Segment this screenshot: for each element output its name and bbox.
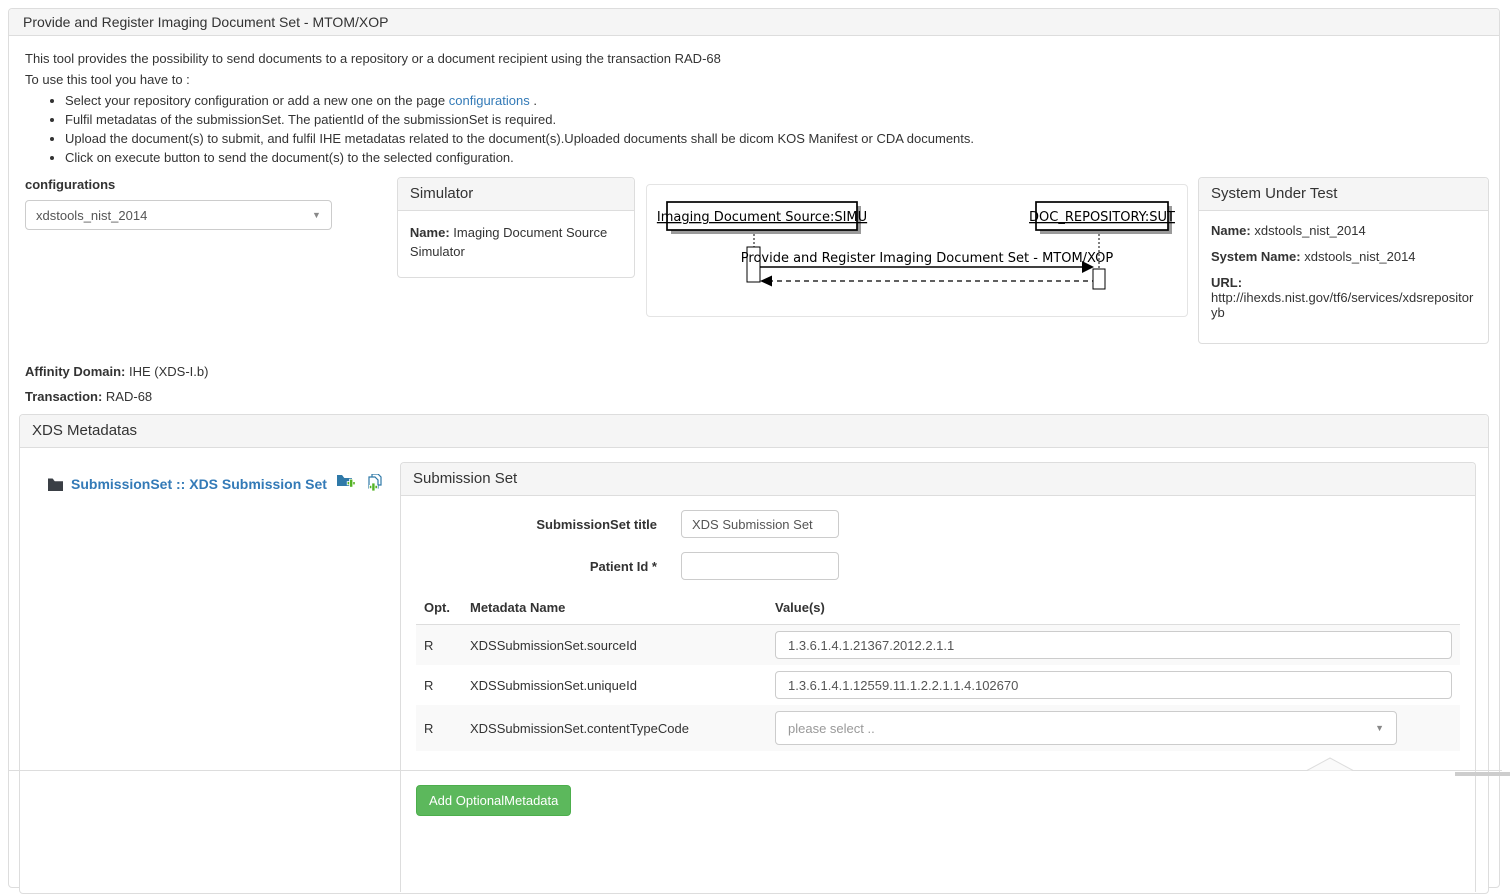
source-actor-label: Imaging Document Source:SIMU	[657, 210, 867, 225]
copy-plus-icon	[366, 474, 384, 491]
simulator-name-label: Name:	[410, 225, 450, 240]
message-label: Provide and Register Imaging Document Se…	[741, 251, 1114, 266]
sut-name-value: xdstools_nist_2014	[1254, 223, 1365, 238]
uniqueid-value-input[interactable]	[775, 671, 1452, 699]
add-optional-metadata-button[interactable]: Add OptionalMetadata	[416, 785, 571, 816]
submissionset-title-input[interactable]	[681, 510, 839, 538]
sut-panel-title: System Under Test	[1199, 178, 1488, 211]
instruction-item: Click on execute button to send the docu…	[65, 150, 1489, 165]
contenttypecode-placeholder: please select ..	[788, 721, 875, 736]
metadata-table-header-row: Opt. Metadata Name Value(s)	[416, 596, 1460, 625]
submissionset-title-label: SubmissionSet title	[416, 517, 657, 532]
col-header-metadata-name: Metadata Name	[462, 596, 767, 625]
form-row-title: SubmissionSet title	[416, 510, 1460, 538]
affinity-domain-line: Affinity Domain: IHE (XDS-I.b)	[25, 364, 1489, 379]
opt-cell: R	[416, 625, 462, 666]
return-arrowhead	[760, 276, 772, 287]
instructions-list: Select your repository configuration or …	[19, 93, 1489, 165]
instruction-item: Select your repository configuration or …	[65, 93, 1489, 108]
sut-url-label: URL:	[1211, 275, 1242, 290]
instruction-text: Click on execute button to send the docu…	[65, 150, 514, 165]
col-header-opt: Opt.	[416, 596, 462, 625]
metadata-name-cell: XDSSubmissionSet.uniqueId	[462, 665, 767, 705]
table-row-sourceid: R XDSSubmissionSet.sourceId	[416, 625, 1460, 666]
sut-system-name-value: xdstools_nist_2014	[1304, 249, 1415, 264]
add-document-entry-button[interactable]	[337, 474, 356, 494]
sourceid-value-input[interactable]	[775, 631, 1452, 659]
chevron-down-icon: ▼	[312, 210, 321, 220]
sut-system-name-label: System Name:	[1211, 249, 1301, 264]
configurations-label: configurations	[25, 177, 332, 192]
affinity-domain-label: Affinity Domain:	[25, 364, 125, 379]
transaction-label: Transaction:	[25, 389, 102, 404]
instruction-item: Upload the document(s) to submit, and fu…	[65, 131, 1489, 146]
target-actor-label: DOC_REPOSITORY:SUT	[1029, 210, 1175, 225]
simulator-panel: Simulator Name: Imaging Document Source …	[397, 177, 635, 278]
patient-id-label: Patient Id *	[416, 559, 657, 574]
chevron-down-icon: ▼	[1375, 723, 1384, 733]
instruction-text: Upload the document(s) to submit, and fu…	[65, 131, 974, 146]
system-under-test-panel: System Under Test Name: xdstools_nist_20…	[1198, 177, 1489, 344]
page-title: Provide and Register Imaging Document Se…	[9, 9, 1499, 36]
activation-target	[1093, 269, 1105, 289]
folder-icon	[48, 478, 63, 491]
table-row-uniqueid: R XDSSubmissionSet.uniqueId	[416, 665, 1460, 705]
metadata-table: Opt. Metadata Name Value(s) R XDSSubmiss…	[416, 596, 1460, 751]
submission-set-title: Submission Set	[401, 463, 1475, 496]
col-header-values: Value(s)	[767, 596, 1460, 625]
instruction-text: Fulfil metadatas of the submissionSet. T…	[65, 112, 556, 127]
table-row-contenttypecode: R XDSSubmissionSet.contentTypeCode pleas…	[416, 705, 1460, 751]
metadata-name-cell: XDSSubmissionSet.contentTypeCode	[462, 705, 767, 751]
simulator-panel-title: Simulator	[398, 178, 634, 211]
xds-metadatas-title: XDS Metadatas	[20, 415, 1488, 448]
section-divider	[8, 770, 1502, 771]
metadata-name-cell: XDSSubmissionSet.sourceId	[462, 625, 767, 666]
intro-line-1: This tool provides the possibility to se…	[25, 51, 1489, 66]
sut-url-value: http://ihexds.nist.gov/tf6/services/xdsr…	[1211, 290, 1473, 320]
instruction-text: .	[530, 93, 537, 108]
add-folder-icon	[337, 474, 356, 491]
sut-name-label: Name:	[1211, 223, 1251, 238]
sequence-diagram: Imaging Document Source:SIMU DOC_REPOSIT…	[647, 185, 1187, 316]
configurations-link[interactable]: configurations	[449, 93, 530, 108]
intro-line-2: To use this tool you have to :	[25, 72, 1489, 87]
metadata-tree: SubmissionSet :: XDS Submission Set	[32, 462, 400, 494]
opt-cell: R	[416, 665, 462, 705]
instruction-text: Select your repository configuration or …	[65, 93, 449, 108]
patient-id-input[interactable]	[681, 552, 839, 580]
configurations-selected-value: xdstools_nist_2014	[36, 208, 147, 223]
form-row-patient-id: Patient Id *	[416, 552, 1460, 580]
transaction-value: RAD-68	[106, 389, 152, 404]
main-panel: Provide and Register Imaging Document Se…	[8, 8, 1500, 888]
sut-system-name-line: System Name: xdstools_nist_2014	[1211, 249, 1476, 264]
submissionset-node-link[interactable]: SubmissionSet :: XDS Submission Set	[71, 476, 327, 492]
transaction-line: Transaction: RAD-68	[25, 389, 1489, 404]
sequence-diagram-panel: Imaging Document Source:SIMU DOC_REPOSIT…	[646, 184, 1188, 317]
instruction-item: Fulfil metadatas of the submissionSet. T…	[65, 112, 1489, 127]
opt-cell: R	[416, 705, 462, 751]
tree-item-submissionset: SubmissionSet :: XDS Submission Set	[48, 474, 400, 494]
duplicate-node-button[interactable]	[366, 474, 384, 494]
configurations-select[interactable]: xdstools_nist_2014 ▼	[25, 200, 332, 230]
sut-url-line: URL: http://ihexds.nist.gov/tf6/services…	[1211, 275, 1476, 320]
popover-arrow-up-icon	[1306, 757, 1354, 771]
horizontal-scrollbar-thumb[interactable]	[1455, 772, 1510, 776]
contenttypecode-select[interactable]: please select .. ▼	[775, 711, 1397, 745]
xds-metadatas-panel: XDS Metadatas SubmissionSet :: XDS Submi…	[19, 414, 1489, 894]
affinity-domain-value: IHE (XDS-I.b)	[129, 364, 208, 379]
submission-set-panel: Submission Set SubmissionSet title Patie…	[400, 462, 1476, 892]
sut-name-line: Name: xdstools_nist_2014	[1211, 223, 1476, 238]
